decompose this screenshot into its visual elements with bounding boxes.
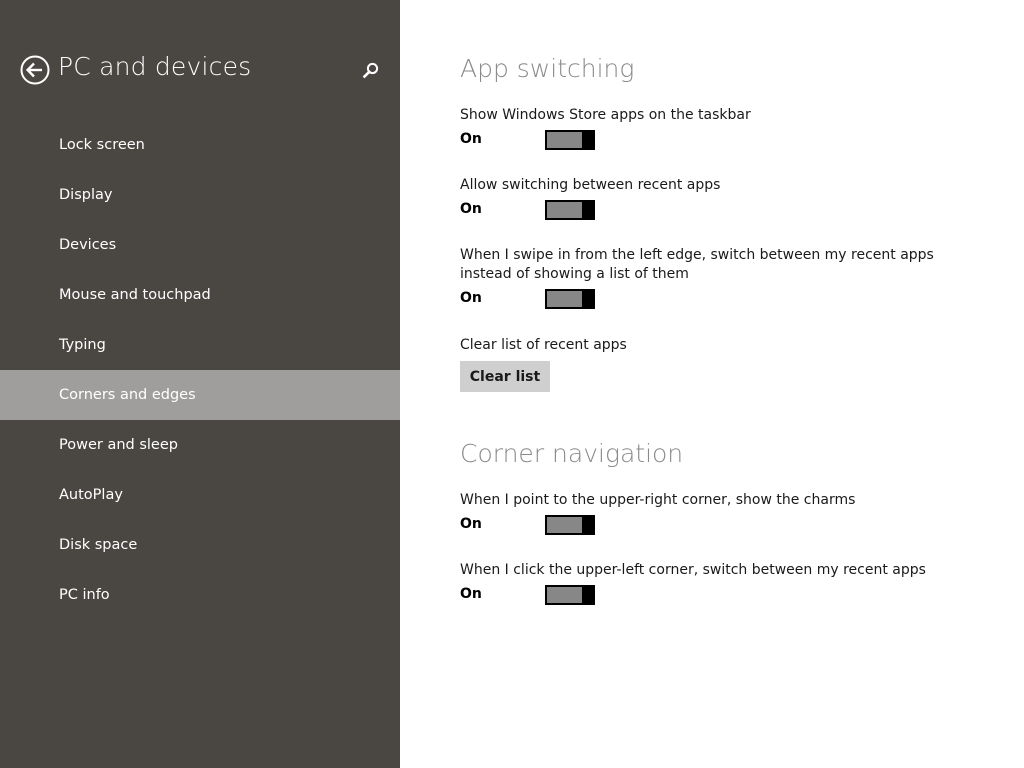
search-button[interactable]	[360, 60, 382, 82]
sidebar-item-autoplay[interactable]: AutoPlay	[0, 470, 400, 520]
page-title: PC and devices	[58, 52, 252, 81]
toggle-thumb	[582, 202, 593, 218]
toggle-state-text: On	[460, 516, 482, 532]
sidebar-header: PC and devices	[0, 50, 400, 92]
sidebar-item-lock-screen[interactable]: Lock screen	[0, 120, 400, 170]
back-arrow-circle-icon	[20, 55, 50, 85]
setting-upper-left-recent-apps: When I click the upper-left corner, swit…	[460, 561, 980, 607]
section-title-corner-navigation: Corner navigation	[460, 439, 684, 468]
toggle-row: On	[460, 515, 980, 537]
toggle-track	[547, 202, 583, 218]
sidebar-item-display[interactable]: Display	[0, 170, 400, 220]
setting-label: When I point to the upper-right corner, …	[460, 492, 856, 508]
recent-apps-switching-toggle[interactable]	[545, 200, 595, 220]
sidebar-item-mouse-and-touchpad[interactable]: Mouse and touchpad	[0, 270, 400, 320]
back-button[interactable]	[20, 55, 50, 85]
swipe-left-edge-toggle[interactable]	[545, 289, 595, 309]
toggle-state-text: On	[460, 131, 482, 147]
sidebar-item-disk-space[interactable]: Disk space	[0, 520, 400, 570]
setting-label: Show Windows Store apps on the taskbar	[460, 107, 751, 123]
toggle-track	[547, 587, 583, 603]
sidebar-nav: Lock screen Display Devices Mouse and to…	[0, 120, 400, 620]
charms-corner-toggle[interactable]	[545, 515, 595, 535]
toggle-row: On	[460, 200, 980, 222]
toggle-track	[547, 132, 583, 148]
sidebar-item-power-and-sleep[interactable]: Power and sleep	[0, 420, 400, 470]
setting-label: Allow switching between recent apps	[460, 177, 721, 193]
clear-list-button[interactable]: Clear list	[460, 361, 550, 392]
toggle-thumb	[582, 587, 593, 603]
taskbar-apps-toggle[interactable]	[545, 130, 595, 150]
setting-label: When I click the upper-left corner, swit…	[460, 562, 926, 578]
sidebar-item-corners-and-edges[interactable]: Corners and edges	[0, 370, 400, 420]
toggle-thumb	[582, 517, 593, 533]
search-icon	[362, 62, 379, 79]
setting-label: Clear list of recent apps	[460, 337, 627, 353]
setting-label: When I swipe in from the left edge, swit…	[460, 247, 934, 282]
toggle-track	[547, 291, 583, 307]
sidebar-item-devices[interactable]: Devices	[0, 220, 400, 270]
toggle-row: On	[460, 130, 980, 152]
settings-window: PC and devices Lock screen Display Devic…	[0, 0, 1024, 768]
section-title-app-switching: App switching	[460, 54, 635, 83]
toggle-state-text: On	[460, 586, 482, 602]
sidebar-item-pc-info[interactable]: PC info	[0, 570, 400, 620]
setting-clear-recent-apps: Clear list of recent apps Clear list	[460, 336, 980, 392]
upper-left-corner-toggle[interactable]	[545, 585, 595, 605]
setting-show-store-apps-taskbar: Show Windows Store apps on the taskbar O…	[460, 106, 980, 152]
sidebar-item-typing[interactable]: Typing	[0, 320, 400, 370]
toggle-row: On	[460, 289, 980, 311]
toggle-track	[547, 517, 583, 533]
setting-swipe-left-edge: When I swipe in from the left edge, swit…	[460, 246, 980, 311]
settings-content: App switching Show Windows Store apps on…	[460, 0, 1000, 768]
sidebar: PC and devices Lock screen Display Devic…	[0, 0, 400, 768]
toggle-row: On	[460, 585, 980, 607]
setting-upper-right-charms: When I point to the upper-right corner, …	[460, 491, 980, 537]
toggle-thumb	[582, 291, 593, 307]
setting-allow-switching-recent-apps: Allow switching between recent apps On	[460, 176, 980, 222]
toggle-state-text: On	[460, 290, 482, 306]
toggle-thumb	[582, 132, 593, 148]
toggle-state-text: On	[460, 201, 482, 217]
